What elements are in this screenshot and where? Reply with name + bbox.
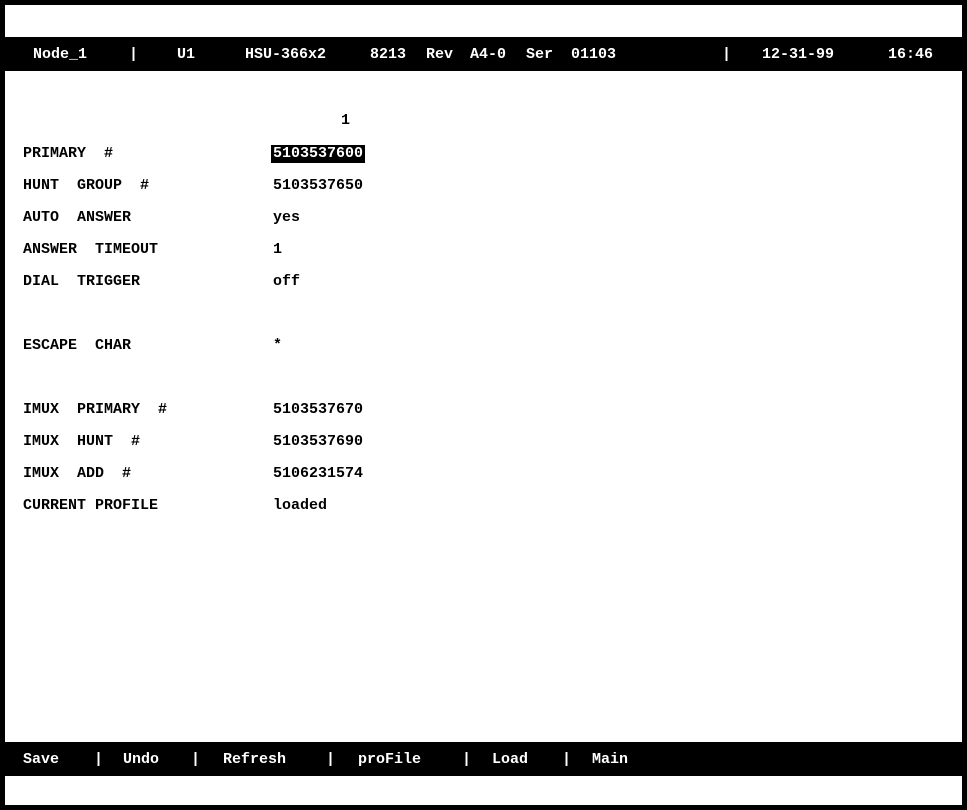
current-profile-label: CURRENT PROFILE [23, 497, 159, 514]
imux-hunt-field[interactable]: 5103537690 [273, 433, 363, 451]
primary-label: PRIMARY # [23, 145, 114, 162]
imux-primary-field[interactable]: 5103537670 [273, 401, 363, 419]
escape-char-label: ESCAPE CHAR [23, 337, 132, 354]
command-menu-bar: Save | Undo | Refresh | proFile | Load |… [5, 742, 962, 776]
menu-separator: | [94, 751, 104, 768]
imux-add-label: IMUX ADD # [23, 465, 132, 482]
menu-separator: | [562, 751, 572, 768]
current-profile-field[interactable]: loaded [273, 497, 327, 515]
undo-command[interactable]: Undo [123, 751, 159, 768]
refresh-command[interactable]: Refresh [223, 751, 286, 768]
config-screen: 1 PRIMARY # 5103537600 HUNT GROUP # 5103… [0, 0, 967, 810]
save-command[interactable]: Save [23, 751, 59, 768]
profile-command[interactable]: proFile [358, 751, 421, 768]
menu-separator: | [462, 751, 472, 768]
dial-trigger-field[interactable]: off [273, 273, 300, 291]
column-header: 1 [341, 112, 351, 129]
menu-separator: | [326, 751, 336, 768]
auto-answer-field[interactable]: yes [273, 209, 300, 227]
imux-primary-label: IMUX PRIMARY # [23, 401, 168, 418]
main-command[interactable]: Main [592, 751, 628, 768]
auto-answer-label: AUTO ANSWER [23, 209, 132, 226]
load-command[interactable]: Load [492, 751, 528, 768]
imux-add-field[interactable]: 5106231574 [273, 465, 363, 483]
answer-timeout-label: ANSWER TIMEOUT [23, 241, 159, 258]
dial-trigger-label: DIAL TRIGGER [23, 273, 141, 290]
menu-separator: | [191, 751, 201, 768]
hunt-group-field[interactable]: 5103537650 [273, 177, 363, 195]
answer-timeout-field[interactable]: 1 [273, 241, 282, 259]
primary-number-field[interactable]: 5103537600 [271, 145, 366, 163]
hunt-group-label: HUNT GROUP # [23, 177, 150, 194]
escape-char-field[interactable]: * [273, 337, 282, 355]
imux-hunt-label: IMUX HUNT # [23, 433, 141, 450]
